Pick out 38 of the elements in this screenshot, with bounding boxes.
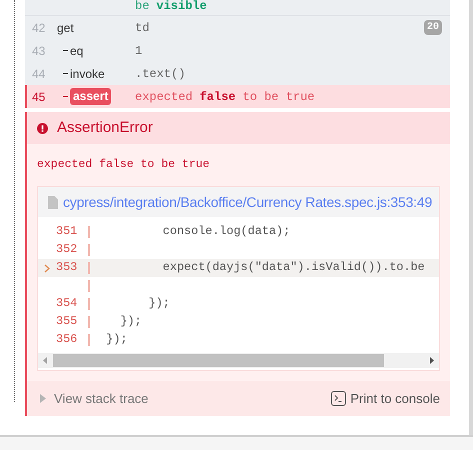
line-number: 42 bbox=[32, 20, 46, 34]
command-message: be bbox=[135, 0, 150, 15]
count-badge: 20 bbox=[424, 20, 442, 35]
command-name: assert bbox=[70, 88, 112, 105]
code-line: console.log(data); bbox=[162, 223, 290, 240]
command-name: get bbox=[57, 20, 74, 36]
code-line: }); bbox=[119, 313, 142, 330]
caret-right-icon bbox=[40, 394, 46, 404]
code-line: }); bbox=[148, 295, 170, 312]
line-number: 352 bbox=[56, 241, 78, 258]
command-message: .text() bbox=[135, 66, 186, 82]
code-line: }); bbox=[105, 331, 128, 348]
print-to-console-button[interactable]: Print to console bbox=[331, 389, 440, 408]
command-message: td bbox=[135, 20, 150, 36]
error-message: expected false to be true bbox=[37, 157, 211, 173]
command-message: to be true bbox=[242, 88, 315, 106]
horizontal-scrollbar[interactable] bbox=[38, 353, 439, 368]
line-number: 353 bbox=[56, 259, 78, 276]
error-icon bbox=[37, 122, 48, 134]
command-message: false bbox=[200, 88, 236, 106]
line-number: 355 bbox=[56, 313, 78, 330]
terminal-icon bbox=[331, 391, 346, 406]
error-title: AssertionError bbox=[57, 118, 153, 138]
line-number: 351 bbox=[56, 223, 78, 240]
file-icon bbox=[48, 196, 58, 209]
line-number: 43 bbox=[32, 44, 46, 58]
command-message: expected bbox=[135, 88, 193, 106]
line-number: 354 bbox=[56, 295, 78, 312]
code-line: expect(dayjs("data").isValid()).to.be bbox=[162, 259, 425, 276]
command-message: 1 bbox=[135, 42, 142, 60]
line-number: 356 bbox=[56, 331, 78, 348]
command-message: visible bbox=[156, 0, 207, 15]
command-name: invoke bbox=[70, 66, 105, 82]
line-number: 44 bbox=[32, 66, 46, 80]
command-name: eq bbox=[70, 42, 84, 60]
stack-trace-toggle[interactable]: View stack trace bbox=[40, 389, 148, 408]
line-number: 45 bbox=[32, 90, 46, 104]
scrollbar-thumb[interactable] bbox=[53, 354, 384, 368]
